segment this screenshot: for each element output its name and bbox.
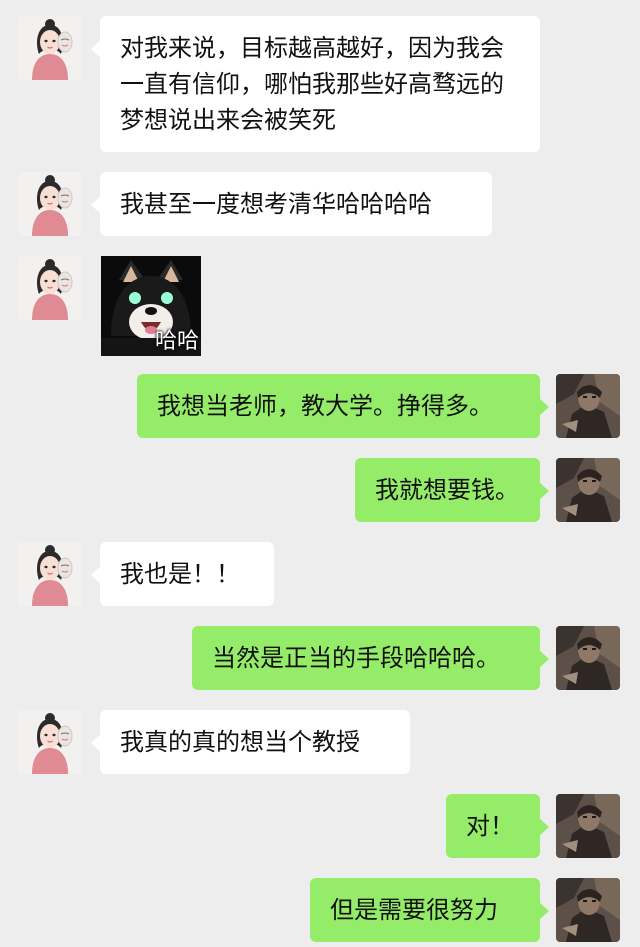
user-avatar[interactable] [556,794,620,858]
user-avatar[interactable] [556,374,620,438]
dark-photo-avatar-icon [556,794,620,858]
chat-area: 对我来说，目标越高越好，因为我会一直有信仰，哪怕我那些好高骛远的梦想说出来会被笑… [0,0,640,947]
dark-photo-avatar-icon [556,458,620,522]
dark-photo-avatar-icon [556,626,620,690]
contact-avatar[interactable] [18,256,82,320]
sticker-image[interactable]: 哈哈 [101,256,201,356]
girl-avatar-icon [18,542,82,606]
dark-photo-avatar-icon [556,878,620,942]
message-row: 对我来说，目标越高越好，因为我会一直有信仰，哪怕我那些好高骛远的梦想说出来会被笑… [0,16,640,156]
message-bubble[interactable]: 我真的真的想当个教授 [91,710,410,774]
girl-avatar-icon [18,16,82,80]
message-bubble[interactable]: 我甚至一度想考清华哈哈哈哈 [91,172,492,236]
message-row: 我也是！！ [0,542,640,608]
message-row: 我真的真的想当个教授 [0,710,640,776]
contact-avatar[interactable] [18,542,82,606]
contact-avatar[interactable] [18,16,82,80]
message-bubble[interactable]: 对我来说，目标越高越好，因为我会一直有信仰，哪怕我那些好高骛远的梦想说出来会被笑… [91,16,540,152]
message-bubble[interactable]: 我就想要钱。 [355,458,549,522]
message-row: 对！ [0,794,640,860]
contact-avatar[interactable] [18,172,82,236]
girl-avatar-icon [18,256,82,320]
message-bubble[interactable]: 我也是！！ [91,542,274,606]
message-bubble[interactable]: 但是需要很努力 [310,878,549,942]
sticker-caption: 哈哈 [154,329,199,354]
message-row: 我就想要钱。 [0,458,640,524]
girl-avatar-icon [18,172,82,236]
user-avatar[interactable] [556,458,620,522]
message-bubble[interactable]: 我想当老师，教大学。挣得多。 [137,374,549,438]
user-avatar[interactable] [556,878,620,942]
dark-photo-avatar-icon [556,374,620,438]
message-row: 当然是正当的手段哈哈哈。 [0,626,640,692]
user-avatar[interactable] [556,626,620,690]
message-bubble[interactable]: 对！ [446,794,549,858]
girl-avatar-icon [18,710,82,774]
message-bubble[interactable]: 当然是正当的手段哈哈哈。 [192,626,549,690]
message-row: 但是需要很努力 [0,878,640,944]
message-row: 我想当老师，教大学。挣得多。 [0,374,640,440]
message-row: 我甚至一度想考清华哈哈哈哈 [0,172,640,238]
message-row: 哈哈 [0,256,640,360]
contact-avatar[interactable] [18,710,82,774]
